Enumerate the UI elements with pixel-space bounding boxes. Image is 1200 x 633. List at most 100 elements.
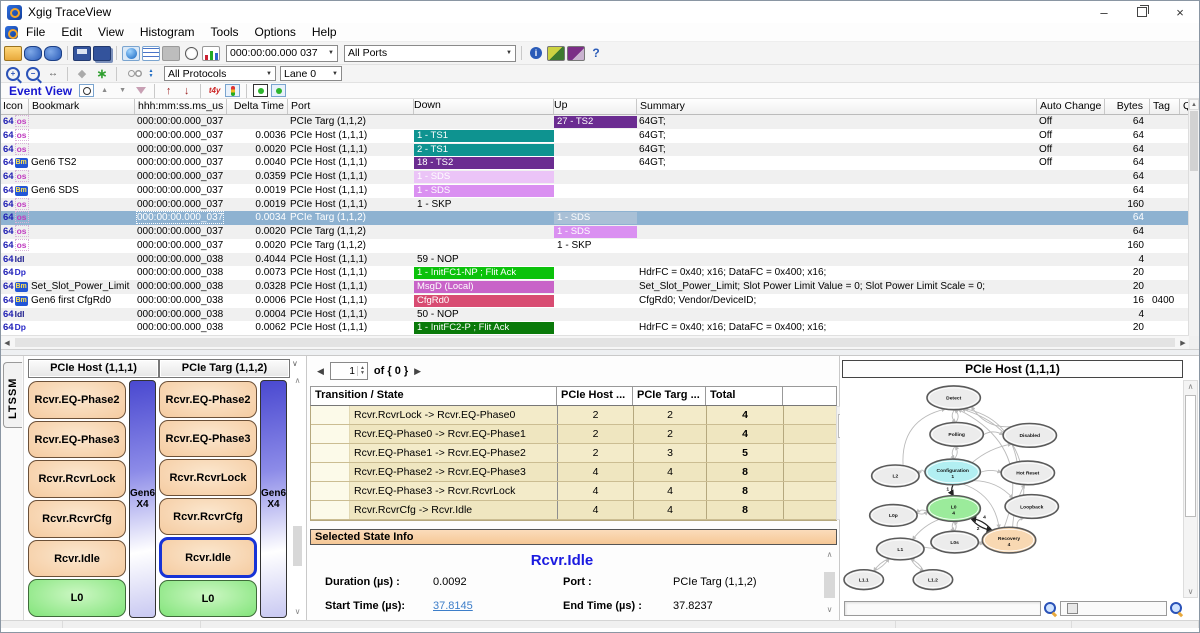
state-node-l0p[interactable]: L0p xyxy=(870,505,917,527)
traffic-light-icon[interactable] xyxy=(225,84,240,97)
zoom-in-icon[interactable]: + xyxy=(4,66,22,81)
transition-column-header[interactable]: PCIe Targ ... xyxy=(633,387,706,405)
ltssm-state-rcvr-idle[interactable]: Rcvr.Idle xyxy=(159,537,257,578)
page-next-icon[interactable]: ▶ xyxy=(414,366,421,377)
grid-view-icon[interactable] xyxy=(142,46,160,61)
page-spinner[interactable]: 1 ▲▼ xyxy=(330,362,368,380)
state-node-l2[interactable]: L2 xyxy=(872,465,919,487)
column-header-6[interactable]: Up xyxy=(554,99,637,114)
goto-event-icon[interactable] xyxy=(271,84,286,97)
table-row[interactable]: 64os000:00:00.000_037PCIe Targ (1,1,2)27… xyxy=(1,115,1199,129)
goto-start-icon[interactable] xyxy=(253,84,268,97)
horizontal-scrollbar[interactable]: ◀ ▶ xyxy=(1,335,1189,349)
ltssm-state-rcvr-rcvrcfg[interactable]: Rcvr.RcvrCfg xyxy=(28,500,126,538)
ltssm-state-rcvr-eq-phase3[interactable]: Rcvr.EQ-Phase3 xyxy=(28,421,126,459)
table-row[interactable]: 64BmGen6 TS2000:00:00.000_0370.0040PCIe … xyxy=(1,156,1199,170)
fit-width-icon[interactable]: ↔ xyxy=(44,66,62,81)
ltssm-port-header[interactable]: PCIe Targ (1,1,2) xyxy=(159,359,290,378)
transition-column-header[interactable]: PCIe Host ... xyxy=(557,387,633,405)
zoom-slider[interactable] xyxy=(1060,601,1167,616)
capture-icon[interactable] xyxy=(122,46,140,61)
open-icon[interactable] xyxy=(4,46,22,61)
jump-prev-icon[interactable]: ↑ xyxy=(161,84,176,97)
ltssm-state-l0[interactable]: L0 xyxy=(28,579,126,617)
time-field[interactable]: 000:00:00.000 037▼ xyxy=(226,45,338,62)
table-row[interactable]: 64os000:00:00.000_0370.0020PCIe Targ (1,… xyxy=(1,225,1199,239)
info-scrollbar[interactable]: ∧ ∨ xyxy=(823,550,836,614)
table-row[interactable]: 64os000:00:00.000_0370.0019PCIe Host (1,… xyxy=(1,198,1199,212)
expert-icon[interactable] xyxy=(527,46,545,61)
vertical-scrollbar[interactable]: ▲ xyxy=(1188,99,1199,336)
table-row[interactable]: 64BmGen6 first CfgRd0000:00:00.000_0380.… xyxy=(1,294,1199,308)
page-prev-icon[interactable]: ◀ xyxy=(317,366,324,377)
protocols-select[interactable]: All Protocols▼ xyxy=(164,66,276,81)
close-button[interactable]: × xyxy=(1161,1,1199,23)
ltssm-state-rcvr-rcvrcfg[interactable]: Rcvr.RcvrCfg xyxy=(159,498,257,535)
table-row[interactable]: 64BmGen6 SDS000:00:00.000_0370.0019PCIe … xyxy=(1,184,1199,198)
transition-column-header[interactable]: Transition / State xyxy=(311,387,557,405)
ltssm-state-diagram[interactable]: 124DetectPollingDisabledConfiguration1Ho… xyxy=(842,380,1183,597)
scroll-up-icon[interactable]: ▲ xyxy=(97,84,112,97)
histogram-icon[interactable] xyxy=(567,46,585,61)
table-row[interactable]: 64os000:00:00.000_0370.0020PCIe Targ (1,… xyxy=(1,239,1199,253)
lane-select[interactable]: Lane 0▼ xyxy=(280,66,342,81)
diagram-scrollbar[interactable]: ∧ ∨ xyxy=(1183,380,1198,598)
column-header-9[interactable]: Bytes xyxy=(1105,99,1150,114)
column-header-2[interactable]: hhh:mm:ss.ms_us xyxy=(135,99,227,114)
spinner-arrows-icon[interactable]: ▲▼ xyxy=(357,366,367,376)
scroll-up-icon[interactable]: ∧ xyxy=(1184,382,1197,391)
tag-icon[interactable]: ◆ xyxy=(73,66,91,81)
ltssm-port-header[interactable]: PCIe Host (1,1,1) xyxy=(28,359,159,378)
state-node-polling[interactable]: Polling xyxy=(930,422,983,446)
state-node-loopback[interactable]: Loopback xyxy=(1005,495,1058,519)
diagram-pan-track[interactable] xyxy=(844,601,1041,616)
column-header-1[interactable]: Bookmark xyxy=(29,99,135,114)
ltssm-state-rcvr-eq-phase3[interactable]: Rcvr.EQ-Phase3 xyxy=(159,420,257,457)
save-all-icon[interactable] xyxy=(93,46,111,61)
table-row[interactable]: 64Idl000:00:00.000_0380.0004PCIe Host (1… xyxy=(1,308,1199,322)
zoom-slider-thumb[interactable] xyxy=(1067,603,1078,614)
help-icon[interactable]: ? xyxy=(587,46,605,61)
restore-button[interactable] xyxy=(1123,1,1161,23)
menu-help[interactable]: Help xyxy=(304,25,345,39)
transition-row[interactable]: Rcvr.EQ-Phase1 -> Rcvr.EQ-Phase2235 xyxy=(311,444,836,463)
ltssm-tab[interactable]: LTSSM xyxy=(3,362,22,428)
zoom-in-icon[interactable] xyxy=(1170,602,1183,615)
ltssm-state-rcvr-rcvrlock[interactable]: Rcvr.RcvrLock xyxy=(159,459,257,496)
table-row[interactable]: 64BmSet_Slot_Power_Limit000:00:00.000_03… xyxy=(1,280,1199,294)
state-node-recovery[interactable]: Recovery4 xyxy=(982,527,1035,553)
event-table-header[interactable]: IconBookmarkhhh:mm:ss.ms_usDelta TimePor… xyxy=(1,99,1199,115)
swap-icon[interactable]: ▲ ▼ xyxy=(142,66,160,81)
ltssm-state-l0[interactable]: L0 xyxy=(159,580,257,617)
menu-tools[interactable]: Tools xyxy=(203,25,247,39)
table-row[interactable]: 64os000:00:00.000_0370.0359PCIe Host (1,… xyxy=(1,170,1199,184)
column-header-7[interactable]: Summary xyxy=(637,99,1037,114)
state-node-configuration[interactable]: Configuration1 xyxy=(925,459,980,485)
select-region-icon[interactable] xyxy=(79,84,94,97)
transition-row[interactable]: Rcvr.EQ-Phase3 -> Rcvr.RcvrLock448 xyxy=(311,482,836,501)
scroll-up-arrow[interactable]: ▲ xyxy=(1189,99,1199,110)
state-node-l0s[interactable]: L0s xyxy=(931,531,978,553)
scroll-down-icon[interactable]: ∨ xyxy=(823,605,836,614)
jump-next-icon[interactable]: ↓ xyxy=(179,84,194,97)
scroll-up-icon[interactable]: ∧ xyxy=(823,550,836,559)
transition-row[interactable]: Rcvr.EQ-Phase0 -> Rcvr.EQ-Phase1224 xyxy=(311,425,836,444)
scrollbar-thumb[interactable] xyxy=(293,526,302,566)
clock-icon[interactable] xyxy=(182,46,200,61)
table-row[interactable]: 64os000:00:00.000_0370.0036PCIe Host (1,… xyxy=(1,129,1199,143)
scroll-down-icon[interactable]: ▼ xyxy=(115,84,130,97)
column-header-4[interactable]: Port xyxy=(288,99,414,114)
state-node-l0[interactable]: L04 xyxy=(927,496,980,522)
column-header-10[interactable]: Tag xyxy=(1150,99,1180,114)
transition-row[interactable]: Rcvr.EQ-Phase2 -> Rcvr.EQ-Phase3448 xyxy=(311,463,836,482)
transition-column-header[interactable]: Total xyxy=(706,387,783,405)
state-node-hot-reset[interactable]: Hot Reset xyxy=(1001,461,1054,485)
column-header-8[interactable]: Auto Change xyxy=(1037,99,1105,114)
transition-table-header[interactable]: Transition / StatePCIe Host ...PCIe Targ… xyxy=(310,386,837,406)
export-icon[interactable] xyxy=(24,46,42,61)
filter-icon[interactable] xyxy=(133,84,148,97)
scrollbar-thumb[interactable] xyxy=(15,338,1175,347)
menu-view[interactable]: View xyxy=(90,25,132,39)
map-icon[interactable] xyxy=(547,46,565,61)
state-node-disabled[interactable]: Disabled xyxy=(1003,423,1056,447)
